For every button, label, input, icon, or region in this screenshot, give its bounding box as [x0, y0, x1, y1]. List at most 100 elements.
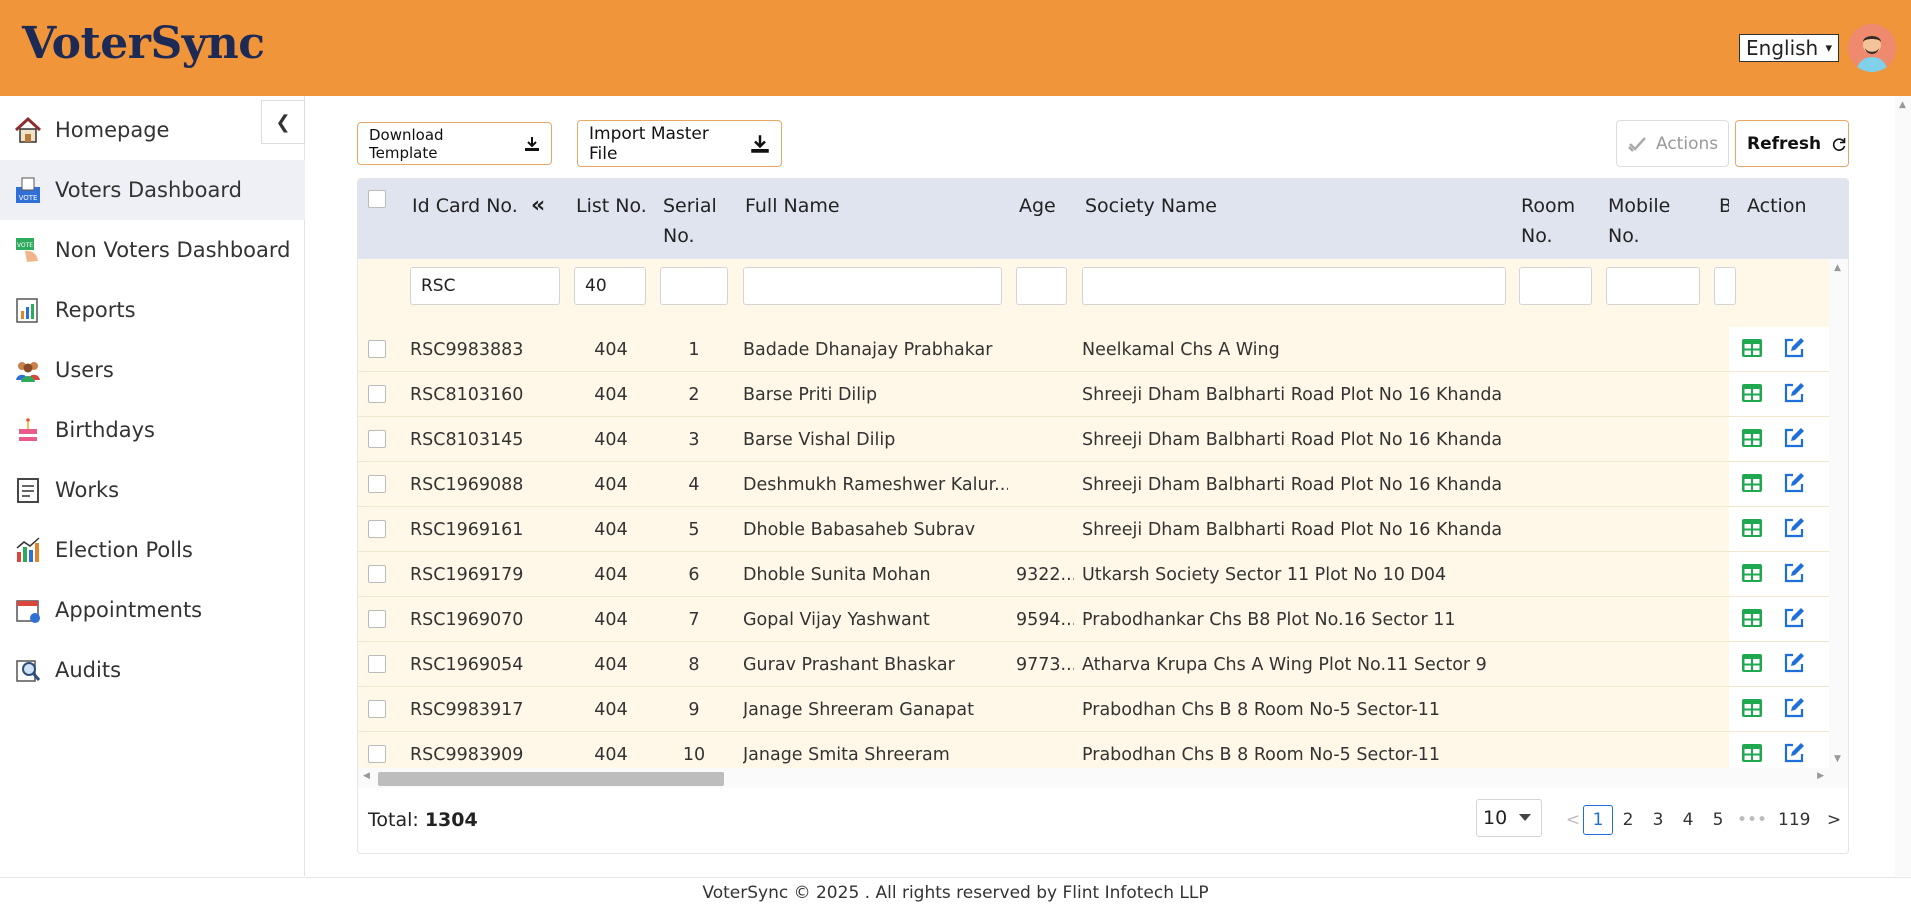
- row-checkbox[interactable]: [368, 475, 386, 493]
- edit-icon[interactable]: [1783, 562, 1805, 584]
- row-checkbox[interactable]: [368, 565, 386, 583]
- sidebar-item-works[interactable]: Works: [0, 460, 305, 520]
- page-vertical-scrollbar[interactable]: ▲: [1895, 96, 1911, 876]
- row-checkbox[interactable]: [368, 430, 386, 448]
- row-checkbox[interactable]: [368, 655, 386, 673]
- edit-icon[interactable]: [1783, 427, 1805, 449]
- col-room-no[interactable]: Room No.: [1521, 191, 1575, 251]
- sidebar-item-reports[interactable]: Reports: [0, 280, 305, 340]
- refresh-button[interactable]: Refresh: [1735, 120, 1849, 167]
- cell-serial-no: 9: [688, 699, 700, 720]
- filter-age-input[interactable]: [1016, 267, 1067, 305]
- language-select[interactable]: English ▾: [1739, 34, 1839, 62]
- page-1[interactable]: 1: [1583, 805, 1613, 835]
- row-checkbox[interactable]: [368, 610, 386, 628]
- view-table-icon[interactable]: [1741, 653, 1763, 673]
- table-row[interactable]: RSC8103160 404 2 Barse Priti Dilip Shreeji D…: [358, 372, 1848, 417]
- page-4[interactable]: 4: [1673, 805, 1703, 835]
- sidebar-item-voters-dashboard[interactable]: VOTE Voters Dashboard: [0, 160, 305, 220]
- table-horizontal-scrollbar[interactable]: ◀ ▶: [358, 768, 1848, 788]
- col-society-name[interactable]: Society Name: [1085, 191, 1217, 221]
- user-avatar[interactable]: [1848, 24, 1896, 72]
- poll-chart-icon: [12, 534, 44, 566]
- table-row[interactable]: RSC1969179 404 6 Dhoble Sunita Mohan 9322...…: [358, 552, 1848, 597]
- edit-icon[interactable]: [1783, 517, 1805, 539]
- col-mobile-no[interactable]: Mobile No.: [1608, 191, 1670, 251]
- view-table-icon[interactable]: [1741, 428, 1763, 448]
- view-table-icon[interactable]: [1741, 563, 1763, 583]
- page-5[interactable]: 5: [1703, 805, 1733, 835]
- row-checkbox[interactable]: [368, 745, 386, 763]
- filter-id-card-input[interactable]: RSC: [410, 267, 560, 305]
- view-table-icon[interactable]: [1741, 608, 1763, 628]
- collapse-columns-icon[interactable]: «: [531, 191, 545, 221]
- pages-ellipsis[interactable]: •••: [1737, 805, 1767, 835]
- table-row[interactable]: RSC1969070 404 7 Gopal Vijay Yashwant 9594..…: [358, 597, 1848, 642]
- col-full-name[interactable]: Full Name: [745, 191, 840, 221]
- col-id-card[interactable]: Id Card No.: [412, 191, 518, 221]
- col-list-no[interactable]: List No.: [576, 191, 647, 221]
- filter-mobile-input[interactable]: [1606, 267, 1700, 305]
- sidebar-item-homepage[interactable]: Homepage: [0, 100, 305, 160]
- table-row[interactable]: RSC8103145 404 3 Barse Vishal Dilip Shreeji …: [358, 417, 1848, 462]
- app-logo[interactable]: VoterSync: [22, 18, 265, 69]
- edit-icon[interactable]: [1783, 697, 1805, 719]
- scroll-left-arrow[interactable]: ◀: [363, 771, 370, 781]
- row-actions: [1729, 552, 1829, 596]
- sidebar-item-non-voters-dashboard[interactable]: VOTE Non Voters Dashboard: [0, 220, 305, 280]
- sidebar-item-election-polls[interactable]: Election Polls: [0, 520, 305, 580]
- page-2[interactable]: 2: [1613, 805, 1643, 835]
- filter-list-no-input[interactable]: 40: [574, 267, 646, 305]
- action-column-header: Action: [1729, 179, 1829, 259]
- filter-society-input[interactable]: [1082, 267, 1506, 305]
- row-checkbox[interactable]: [368, 520, 386, 538]
- col-serial-no[interactable]: Serial No.: [663, 191, 717, 251]
- filter-room-input[interactable]: [1519, 267, 1592, 305]
- view-table-icon[interactable]: [1741, 338, 1763, 358]
- row-checkbox[interactable]: [368, 385, 386, 403]
- filter-serial-no-input[interactable]: [660, 267, 728, 305]
- view-table-icon[interactable]: [1741, 518, 1763, 538]
- page-scroll-up-arrow[interactable]: ▲: [1899, 100, 1906, 110]
- select-all-checkbox[interactable]: [368, 190, 386, 208]
- view-table-icon[interactable]: [1741, 383, 1763, 403]
- view-table-icon[interactable]: [1741, 473, 1763, 493]
- edit-icon[interactable]: [1783, 652, 1805, 674]
- col-age[interactable]: Age: [1019, 191, 1056, 221]
- scroll-down-arrow[interactable]: ▼: [1834, 754, 1841, 764]
- table-row[interactable]: RSC9983883 404 1 Badade Dhanajay Prabhakar N…: [358, 327, 1848, 372]
- filter-full-name-input[interactable]: [743, 267, 1002, 305]
- edit-icon[interactable]: [1783, 337, 1805, 359]
- table-row[interactable]: RSC9983917 404 9 Janage Shreeram Ganapat Pra…: [358, 687, 1848, 732]
- view-table-icon[interactable]: [1741, 743, 1763, 763]
- sidebar-item-birthdays[interactable]: Birthdays: [0, 400, 305, 460]
- sidebar-item-users[interactable]: Users: [0, 340, 305, 400]
- edit-icon[interactable]: [1783, 607, 1805, 629]
- edit-icon[interactable]: [1783, 382, 1805, 404]
- table-row[interactable]: RSC1969161 404 5 Dhoble Babasaheb Subrav Shr…: [358, 507, 1848, 552]
- edit-icon[interactable]: [1783, 742, 1805, 764]
- horizontal-scroll-thumb[interactable]: [378, 772, 724, 786]
- download-template-button[interactable]: Download Template: [357, 122, 552, 165]
- view-table-icon[interactable]: [1741, 698, 1763, 718]
- sidebar-item-audits[interactable]: Audits: [0, 640, 305, 700]
- edit-icon[interactable]: [1783, 472, 1805, 494]
- col-room-no-line1: Room: [1521, 195, 1576, 217]
- table-row[interactable]: RSC1969088 404 4 Deshmukh Rameshwer Kalur..…: [358, 462, 1848, 507]
- scroll-right-arrow[interactable]: ▶: [1817, 771, 1824, 781]
- next-page-button[interactable]: >: [1819, 805, 1848, 835]
- row-checkbox[interactable]: [368, 340, 386, 358]
- row-checkbox[interactable]: [368, 700, 386, 718]
- page-3[interactable]: 3: [1643, 805, 1673, 835]
- filter-b-input[interactable]: [1714, 267, 1736, 305]
- sidebar-item-appointments[interactable]: Appointments: [0, 580, 305, 640]
- page-last[interactable]: 119: [1778, 805, 1810, 835]
- vote-box-icon: VOTE: [12, 174, 44, 206]
- audit-icon: [12, 654, 44, 686]
- actions-button[interactable]: Actions: [1616, 120, 1729, 167]
- table-vertical-scrollbar[interactable]: ▲ ▼: [1829, 259, 1848, 768]
- table-row[interactable]: RSC1969054 404 8 Gurav Prashant Bhaskar 9773…: [358, 642, 1848, 687]
- import-master-file-button[interactable]: Import Master File: [577, 120, 782, 167]
- scroll-up-arrow[interactable]: ▲: [1834, 263, 1841, 273]
- page-size-select[interactable]: 10: [1476, 799, 1542, 837]
